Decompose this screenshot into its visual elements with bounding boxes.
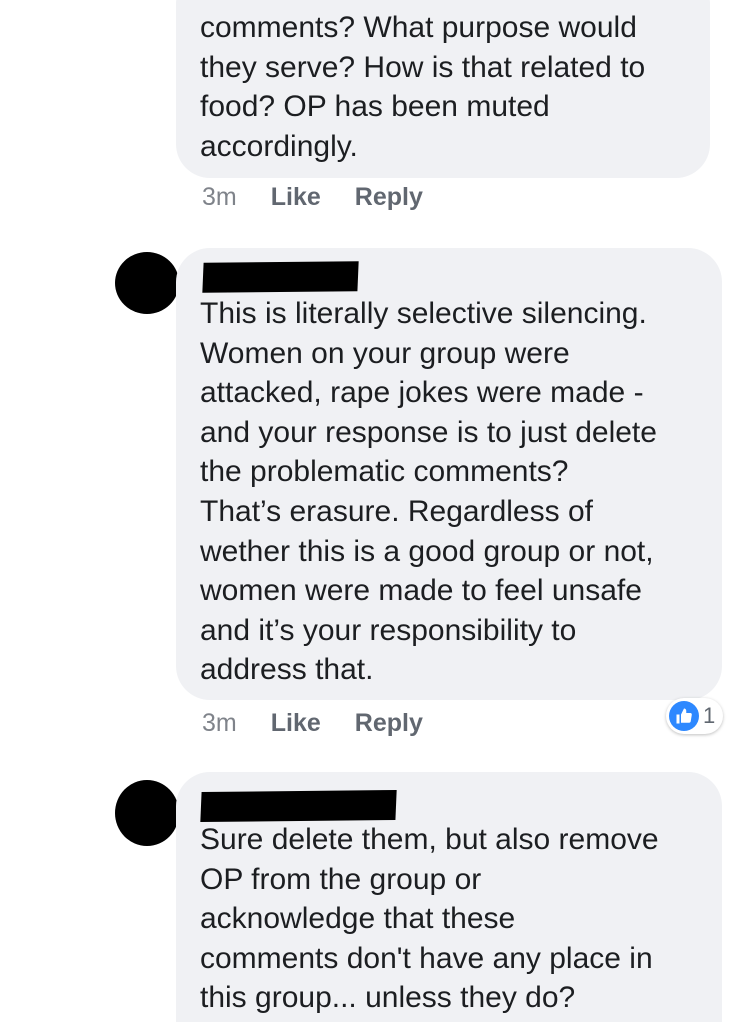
reaction-badge[interactable]: 1 bbox=[666, 698, 724, 734]
comment-timestamp: 3m bbox=[202, 183, 237, 211]
comment-text: Sure delete them, but also remove OP fro… bbox=[200, 823, 659, 1015]
comment-bubble: comments? What purpose would they serve?… bbox=[176, 0, 710, 178]
comment-text: This is literally selective silencing. W… bbox=[200, 297, 657, 687]
redacted-author-name[interactable] bbox=[202, 261, 359, 293]
comment-actions: 3m Like Reply bbox=[202, 709, 423, 738]
like-button[interactable]: Like bbox=[271, 709, 321, 738]
avatar[interactable] bbox=[115, 252, 179, 314]
reply-button[interactable]: Reply bbox=[355, 709, 423, 738]
comment-actions: 3m Like Reply bbox=[202, 183, 423, 212]
comment-timestamp: 3m bbox=[202, 709, 237, 737]
redacted-author-name[interactable] bbox=[200, 789, 397, 823]
avatar[interactable] bbox=[115, 780, 179, 846]
comment-bubble: This is literally selective silencing. W… bbox=[176, 248, 722, 700]
reply-button[interactable]: Reply bbox=[355, 183, 423, 212]
comment-thread: comments? What purpose would they serve?… bbox=[0, 0, 750, 1022]
thumbs-up-icon bbox=[669, 701, 699, 731]
like-button[interactable]: Like bbox=[271, 183, 321, 212]
reaction-count: 1 bbox=[703, 703, 716, 728]
comment-text: comments? What purpose would they serve?… bbox=[200, 11, 646, 163]
